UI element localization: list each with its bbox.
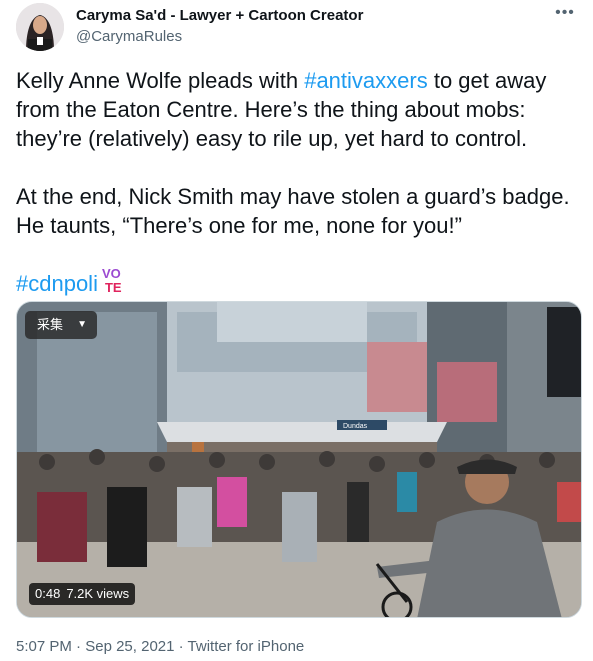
street-sign-text: Dundas bbox=[343, 423, 368, 430]
chevron-down-icon: ▼ bbox=[77, 319, 87, 330]
hashtag-link[interactable]: #cdnpoli bbox=[16, 271, 98, 296]
separator: · bbox=[76, 638, 82, 655]
video-duration: 0:48 bbox=[35, 586, 61, 601]
tweet-paragraph-3: #cdnpoli VO TE bbox=[16, 267, 576, 300]
author-handle[interactable]: @CarymaRules bbox=[76, 28, 182, 45]
tweet-text-segment: Kelly Anne Wolfe pleads with bbox=[16, 68, 305, 93]
tweet-timestamp: 5:07 PM · Sep 25, 2021 · Twitter for iPh… bbox=[16, 638, 304, 655]
collect-button[interactable]: 采集 ▼ bbox=[25, 311, 97, 339]
vote-emoji-icon: VO TE bbox=[102, 267, 124, 297]
tweet-time[interactable]: 5:07 PM bbox=[16, 638, 72, 655]
more-icon[interactable]: ••• bbox=[551, 4, 579, 24]
separator: · bbox=[178, 638, 184, 655]
tweet-source[interactable]: Twitter for iPhone bbox=[188, 638, 305, 655]
video-frame: Dundas bbox=[17, 302, 581, 617]
video-info-badge: 0:48 7.2K views bbox=[29, 583, 136, 605]
tweet-date[interactable]: Sep 25, 2021 bbox=[85, 638, 174, 655]
tweet-paragraph-1: Kelly Anne Wolfe pleads with #antivaxxer… bbox=[16, 66, 576, 153]
tweet-paragraph-2: At the end, Nick Smith may have stolen a… bbox=[16, 184, 570, 238]
collect-button-label: 采集 bbox=[37, 317, 64, 332]
video-player[interactable]: Dundas 采集 ▼ 0:48 7.2K views bbox=[16, 301, 582, 618]
author-display-name[interactable]: Caryma Sa'd - Lawyer + Cartoon Creator bbox=[76, 7, 363, 24]
vote-badge-top: VO bbox=[101, 266, 121, 282]
hashtag-link[interactable]: #antivaxxers bbox=[304, 68, 428, 93]
video-views: 7.2K views bbox=[66, 586, 130, 601]
vote-badge-bottom: TE bbox=[104, 280, 122, 296]
avatar[interactable] bbox=[16, 3, 64, 51]
tweet-text: Kelly Anne Wolfe pleads with #antivaxxer… bbox=[16, 66, 576, 300]
